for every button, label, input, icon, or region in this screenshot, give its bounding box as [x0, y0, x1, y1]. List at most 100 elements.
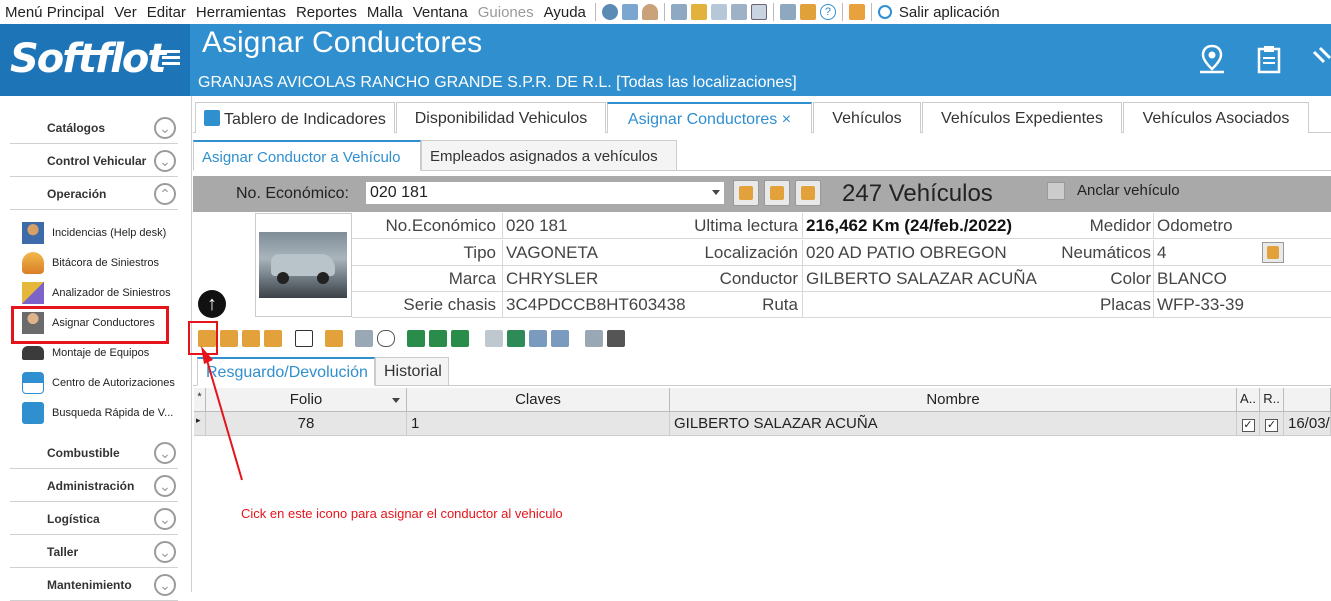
no-economico-select[interactable]: 020 181 — [365, 181, 725, 205]
tab-vehiculos[interactable]: Vehículos — [813, 102, 921, 133]
add-vehicle-button[interactable] — [733, 180, 759, 206]
chevron-down-icon[interactable]: ⌄ — [154, 150, 176, 172]
menu-malla[interactable]: Malla — [362, 4, 408, 21]
grid-header-r[interactable]: R.. — [1260, 388, 1284, 412]
chevron-down-icon[interactable]: ⌄ — [154, 508, 176, 530]
sidebar-cat-mantenimiento[interactable]: Mantenimiento ⌄ — [10, 569, 178, 601]
print-preview-icon[interactable] — [585, 330, 603, 347]
tab-asignar-conductores[interactable]: Asignar Conductores × — [607, 102, 812, 133]
sidebar-cat-administracion[interactable]: Administración ⌄ — [10, 470, 178, 502]
document-icon[interactable] — [710, 4, 727, 20]
print-icon[interactable] — [670, 4, 687, 20]
grid-header-folio[interactable]: Folio — [206, 388, 407, 412]
print-icon[interactable] — [607, 330, 625, 347]
sort-arrow-icon[interactable] — [392, 398, 400, 403]
chevron-down-icon[interactable]: ⌄ — [154, 541, 176, 563]
calendar-icon[interactable] — [295, 330, 313, 347]
satellite-icon[interactable] — [1310, 44, 1331, 74]
globe-icon[interactable] — [601, 4, 618, 20]
sidebar-cat-control-vehicular[interactable]: Control Vehicular ⌄ — [10, 145, 178, 177]
sidebar-item-label: Centro de Autorizaciones — [52, 377, 175, 389]
view-tires-button[interactable] — [1262, 242, 1284, 263]
menu-editar[interactable]: Editar — [142, 4, 191, 21]
menu-principal[interactable]: Menú Principal — [0, 4, 109, 21]
hamburger-menu-icon[interactable] — [162, 50, 180, 66]
tab-vehiculos-asociados[interactable]: Vehículos Asociados — [1123, 102, 1309, 133]
action-toolbar — [193, 326, 1331, 352]
tree-add-icon[interactable] — [429, 330, 447, 347]
menu-ver[interactable]: Ver — [109, 4, 142, 21]
sidebar-cat-combustible[interactable]: Combustible ⌄ — [10, 437, 178, 469]
chevron-down-icon[interactable]: ⌄ — [154, 475, 176, 497]
window-icon[interactable] — [750, 4, 767, 20]
tab-vehiculos-expedientes[interactable]: Vehículos Expedientes — [922, 102, 1122, 133]
sidebar-cat-operacion[interactable]: Operación ⌃ — [10, 178, 178, 210]
no-economico-value: 020 181 — [370, 184, 428, 201]
clipboard-icon[interactable] — [1255, 44, 1283, 74]
refresh-icon[interactable] — [325, 330, 343, 347]
excel-icon[interactable] — [507, 330, 525, 347]
grid-cell-r[interactable]: ✓ — [1260, 412, 1284, 436]
chevron-down-icon[interactable]: ⌄ — [154, 117, 176, 139]
grid-cell-folio[interactable]: 78 — [206, 412, 407, 436]
menu-ayuda[interactable]: Ayuda — [539, 4, 591, 21]
sidebar-item-bitacora[interactable]: Bitácora de Siniestros — [22, 251, 182, 275]
menu-ventana[interactable]: Ventana — [408, 4, 473, 21]
search-vehicle-button[interactable] — [764, 180, 790, 206]
chevron-down-icon[interactable]: ⌄ — [154, 574, 176, 596]
export-icon[interactable] — [529, 330, 547, 347]
view-assignment-icon[interactable] — [242, 330, 260, 347]
mail-icon[interactable] — [485, 330, 503, 347]
grid-header-claves[interactable]: Claves — [407, 388, 670, 412]
chevron-down-icon[interactable]: ⌄ — [154, 442, 176, 464]
location-pin-icon[interactable] — [1198, 44, 1226, 74]
sidebar-cat-taller[interactable]: Taller ⌄ — [10, 536, 178, 568]
grid-header-a[interactable]: A.. — [1237, 388, 1260, 412]
tab-empleados-asignados[interactable]: Empleados asignados a vehículos — [421, 140, 677, 171]
sidebar-cat-catalogos[interactable]: Catálogos ⌄ — [10, 112, 178, 144]
tree-icon[interactable] — [407, 330, 425, 347]
tab-disponibilidad[interactable]: Disponibilidad Vehiculos — [396, 102, 606, 133]
user-lock-icon[interactable] — [848, 4, 865, 20]
edit-icon[interactable] — [779, 4, 796, 20]
car-icon — [22, 346, 44, 360]
sidebar-item-analizador[interactable]: Analizador de Siniestros — [22, 281, 182, 305]
user-icon[interactable] — [641, 4, 658, 20]
tab-historial[interactable]: Historial — [375, 357, 449, 386]
edit-assignment-icon[interactable] — [220, 330, 238, 347]
id-card-icon[interactable] — [730, 4, 747, 20]
copy-grid-icon[interactable] — [551, 330, 569, 347]
help-icon[interactable]: ? — [819, 4, 836, 20]
tab-tablero[interactable]: Tablero de Indicadores — [195, 102, 395, 133]
checkbox-a[interactable]: ✓ — [1241, 419, 1255, 432]
sidebar-item-busqueda[interactable]: Busqueda Rápida de V... — [22, 401, 182, 425]
attachment-icon[interactable] — [377, 330, 395, 347]
sync-icon[interactable] — [799, 4, 816, 20]
image-icon[interactable] — [621, 4, 638, 20]
grid-cell-date[interactable]: 16/03/ — [1284, 412, 1331, 436]
checkbox-r[interactable]: ✓ — [1265, 419, 1278, 432]
grid-cell-nombre[interactable]: GILBERTO SALAZAR ACUÑA — [670, 412, 1237, 436]
delete-assignment-icon[interactable] — [264, 330, 282, 347]
exit-app-button[interactable]: Salir aplicación — [894, 4, 1005, 21]
chevron-up-icon[interactable]: ⌃ — [154, 183, 176, 205]
close-icon[interactable]: × — [782, 111, 791, 128]
copy-icon[interactable] — [355, 330, 373, 347]
tab-asignar-conductor-vehiculo[interactable]: Asignar Conductor a Vehículo — [193, 140, 421, 171]
sidebar-item-montaje[interactable]: Montaje de Equipos — [22, 341, 182, 365]
folder-icon[interactable] — [690, 4, 707, 20]
menu-reportes[interactable]: Reportes — [291, 4, 362, 21]
tab-resguardo-devolucion[interactable]: Resguardo/Devolución — [197, 357, 375, 386]
anchor-vehicle-checkbox[interactable] — [1047, 182, 1065, 200]
dropdown-arrow-icon[interactable] — [712, 190, 720, 195]
grid-cell-claves[interactable]: 1 — [407, 412, 670, 436]
sidebar-item-centro[interactable]: Centro de Autorizaciones — [22, 371, 182, 395]
tree-remove-icon[interactable] — [451, 330, 469, 347]
menu-herramientas[interactable]: Herramientas — [191, 4, 291, 21]
view-vehicle-button[interactable] — [795, 180, 821, 206]
grid-header-nombre[interactable]: Nombre — [670, 388, 1237, 412]
sidebar-cat-logistica[interactable]: Logística ⌄ — [10, 503, 178, 535]
sidebar-item-incidencias[interactable]: Incidencias (Help desk) — [22, 221, 182, 245]
grid-header-date[interactable] — [1284, 388, 1331, 412]
grid-cell-a[interactable]: ✓ — [1237, 412, 1260, 436]
